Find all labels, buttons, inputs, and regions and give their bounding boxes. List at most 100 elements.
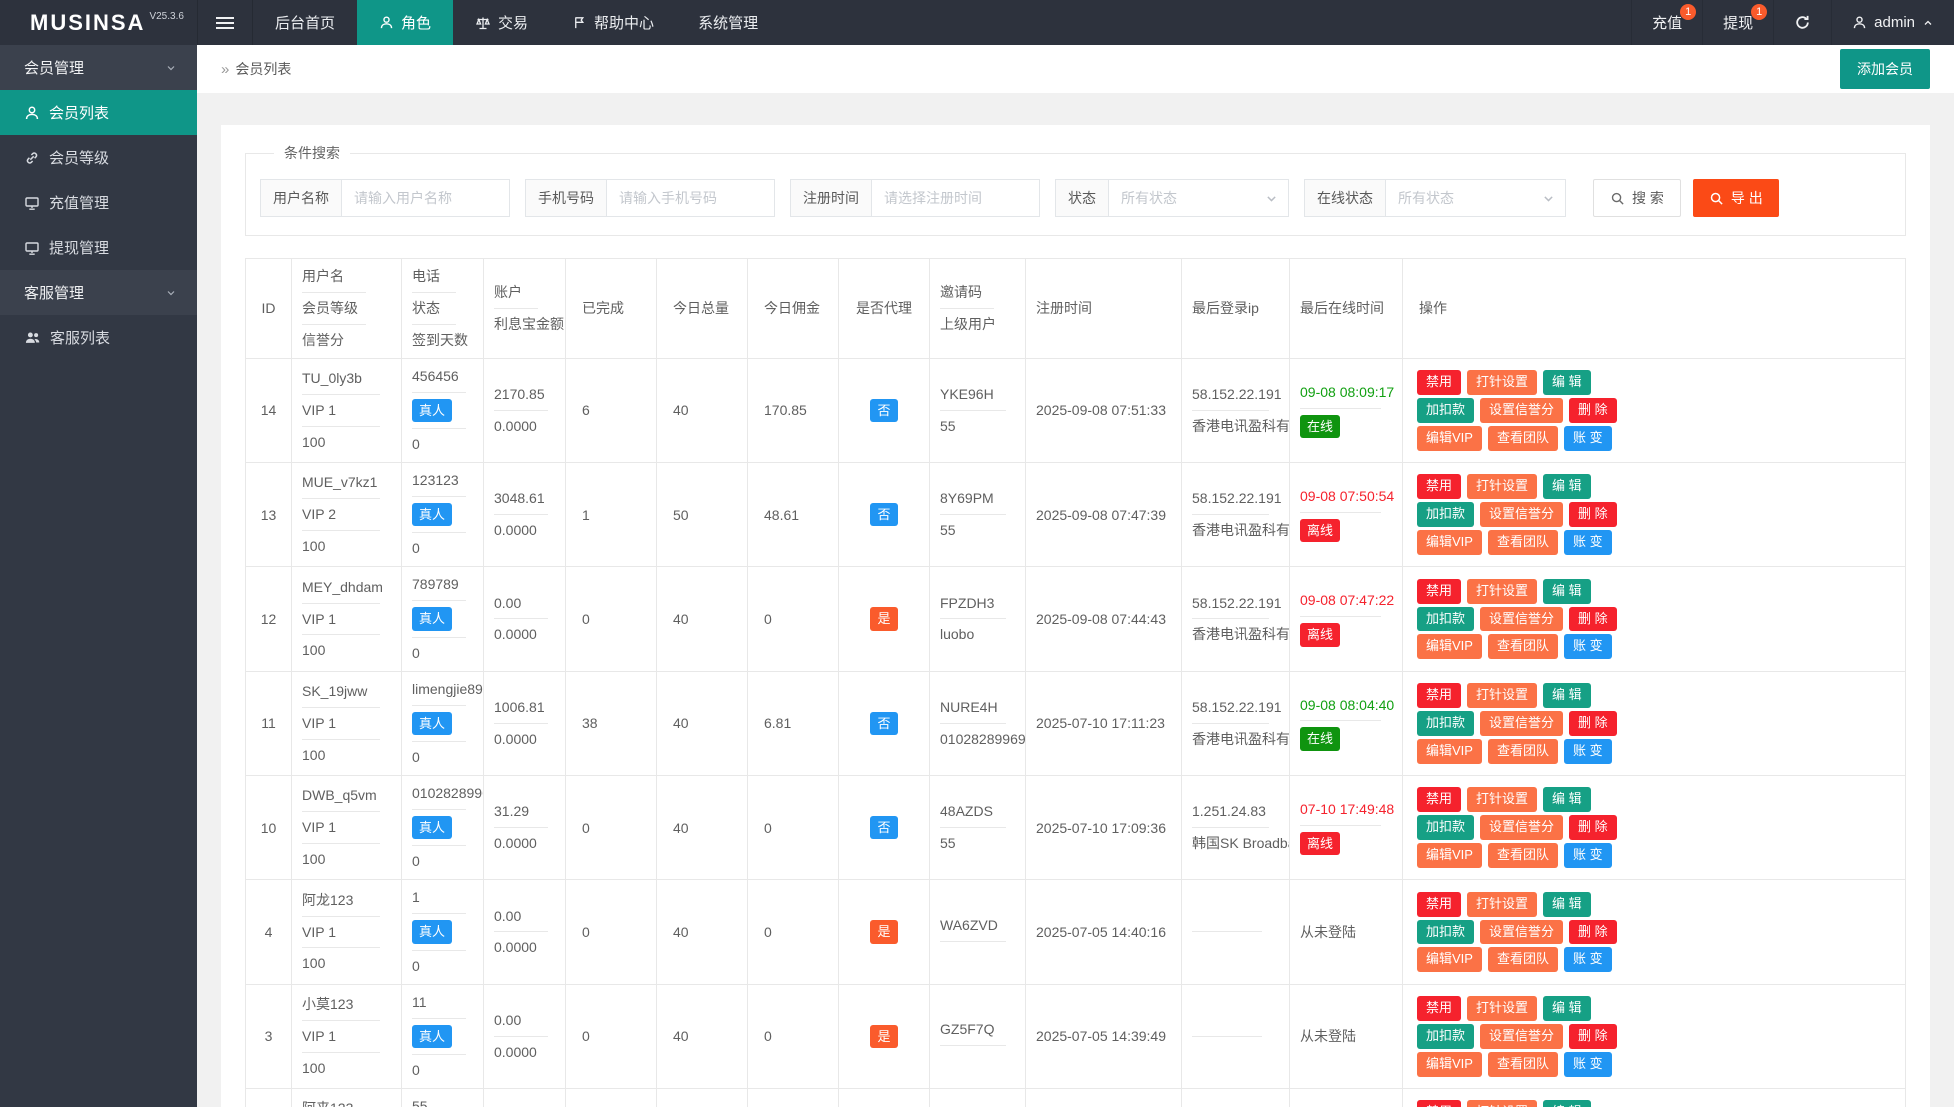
action-button[interactable]: 编辑VIP [1417,530,1482,555]
action-button[interactable]: 删 除 [1569,815,1617,841]
action-button[interactable]: 账 变 [1563,1051,1612,1077]
action-button[interactable]: 删 除 [1569,1023,1617,1049]
action-button[interactable]: 编 辑 [1543,682,1591,708]
cell-text: 1.251.24.83 [1192,803,1266,820]
action-button[interactable]: 打针设置 [1467,474,1538,500]
action-button[interactable]: 账 变 [1563,947,1612,973]
action-button[interactable]: 打针设置 [1467,1100,1538,1107]
sidebar-item-withdraw-management[interactable]: 提现管理 [0,225,197,270]
action-button[interactable]: 加扣款 [1417,606,1475,632]
action-button[interactable]: 编辑VIP [1417,947,1482,973]
action-button[interactable]: 查看团队 [1487,1051,1558,1077]
action-button[interactable]: 打针设置 [1467,682,1538,708]
action-button[interactable]: 账 变 [1563,530,1612,555]
action-button[interactable]: 打针设置 [1467,995,1538,1021]
action-button[interactable]: 禁用 [1417,474,1462,500]
action-button[interactable]: 账 变 [1563,425,1612,451]
refresh-button[interactable] [1773,0,1831,45]
status-select[interactable]: 所有状态 [1109,179,1289,217]
action-button-row: 编辑VIP 查看团队账 变 [1417,947,1899,973]
action-button[interactable]: 编辑VIP [1417,843,1482,868]
action-button[interactable]: 编辑VIP [1417,425,1482,451]
action-button[interactable]: 加扣款 [1417,397,1475,423]
action-button[interactable]: 禁用 [1417,578,1462,604]
nav-item-dashboard[interactable]: 后台首页 [253,0,357,45]
action-button[interactable]: 禁用 [1417,682,1462,708]
action-button[interactable]: 编 辑 [1543,891,1591,917]
nav-item-system[interactable]: 系统管理 [676,0,780,45]
action-button[interactable]: 查看团队 [1487,425,1558,451]
action-button[interactable]: 查看团队 [1487,634,1558,660]
action-button[interactable]: 编辑VIP [1417,1051,1482,1077]
action-button[interactable]: 禁用 [1417,995,1462,1021]
recharge-count-badge: 1 [1680,4,1697,20]
sidebar-item-recharge-management[interactable]: 充值管理 [0,180,197,225]
sidebar-item-member-level[interactable]: 会员等级 [0,135,197,180]
action-button[interactable]: 设置信誉分 [1480,502,1564,528]
sidebar-section-service-management[interactable]: 客服管理 [0,270,197,315]
action-button[interactable]: 查看团队 [1487,843,1558,868]
action-button[interactable]: 账 变 [1563,738,1612,764]
action-button[interactable]: 打针设置 [1467,370,1538,395]
export-button[interactable]: 导 出 [1692,179,1779,217]
action-button[interactable]: 禁用 [1417,370,1462,395]
action-button[interactable]: 禁用 [1417,891,1462,917]
nav-item-help-center[interactable]: 帮助中心 [550,0,676,45]
status-filter-label: 状态 [1055,179,1109,217]
nav-item-roles[interactable]: 角色 [357,0,454,45]
action-button[interactable]: 查看团队 [1487,738,1558,764]
action-button[interactable]: 加扣款 [1417,815,1475,841]
action-button[interactable]: 编 辑 [1543,1100,1591,1107]
sidebar-item-service-list[interactable]: 客服列表 [0,315,197,360]
action-button[interactable]: 编辑VIP [1417,634,1482,660]
action-button[interactable]: 加扣款 [1417,1023,1475,1049]
online-status-select[interactable]: 所有状态 [1386,179,1566,217]
nav-item-transactions[interactable]: 交易 [453,0,550,45]
sidebar-toggle-button[interactable] [197,0,253,45]
cell-text: 11 [412,993,427,1010]
cell-text: TU_0ly3b [302,370,362,386]
recharge-link[interactable]: 充值 1 [1631,0,1702,45]
action-button[interactable]: 加扣款 [1417,710,1475,736]
phone-input[interactable] [607,179,775,217]
action-button[interactable]: 编 辑 [1543,474,1591,500]
action-button[interactable]: 查看团队 [1487,947,1558,973]
regtime-input[interactable] [872,179,1040,217]
header-divider [412,323,456,325]
action-button[interactable]: 设置信誉分 [1480,815,1564,841]
action-button[interactable]: 设置信誉分 [1480,606,1564,632]
action-button[interactable]: 设置信誉分 [1480,710,1564,736]
action-button[interactable]: 删 除 [1569,606,1617,632]
cell-done: 0 [565,983,657,1089]
regtime-filter-group: 注册时间 [790,179,1040,217]
sidebar-section-member-management[interactable]: 会员管理 [0,45,197,90]
action-button[interactable]: 禁用 [1417,787,1462,813]
action-button[interactable]: 编辑VIP [1417,738,1482,764]
action-button[interactable]: 设置信誉分 [1480,1023,1564,1049]
action-button[interactable]: 账 变 [1563,634,1612,660]
action-button[interactable]: 账 变 [1563,843,1612,868]
action-button[interactable]: 查看团队 [1487,530,1558,555]
action-button[interactable]: 打针设置 [1467,891,1538,917]
action-button[interactable]: 编 辑 [1543,787,1591,813]
action-button[interactable]: 加扣款 [1417,919,1475,945]
sidebar-item-member-list[interactable]: 会员列表 [0,90,197,135]
search-button[interactable]: 搜 索 [1593,179,1681,217]
action-button[interactable]: 禁用 [1417,1100,1462,1107]
action-button[interactable]: 加扣款 [1417,502,1475,528]
action-button[interactable]: 设置信誉分 [1480,397,1564,423]
action-button[interactable]: 删 除 [1569,397,1617,423]
action-button[interactable]: 编 辑 [1543,995,1591,1021]
action-button[interactable]: 打针设置 [1467,787,1538,813]
withdraw-link[interactable]: 提现 1 [1702,0,1773,45]
action-button[interactable]: 打针设置 [1467,578,1538,604]
action-button[interactable]: 删 除 [1569,502,1617,528]
action-button[interactable]: 删 除 [1569,710,1617,736]
admin-user-menu[interactable]: admin [1831,0,1954,45]
username-input[interactable] [342,179,510,217]
add-member-button[interactable]: 添加会员 [1840,49,1930,89]
action-button[interactable]: 删 除 [1569,919,1617,945]
action-button[interactable]: 编 辑 [1543,578,1591,604]
action-button[interactable]: 编 辑 [1543,370,1591,395]
action-button[interactable]: 设置信誉分 [1480,919,1564,945]
